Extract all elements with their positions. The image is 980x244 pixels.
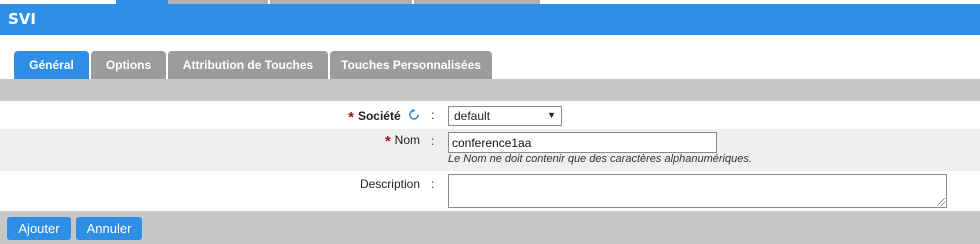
refresh-icon[interactable] xyxy=(408,108,420,122)
description-textarea[interactable] xyxy=(448,174,947,208)
societe-label-group: * Société xyxy=(348,108,420,126)
required-marker: * xyxy=(384,133,391,150)
section-bar xyxy=(0,79,980,101)
nom-input[interactable]: conference1aa xyxy=(448,132,717,153)
action-bar xyxy=(0,211,980,244)
chevron-down-icon: ▼ xyxy=(547,110,556,120)
resize-grip-icon[interactable] xyxy=(937,198,945,206)
societe-select-value: default xyxy=(454,109,491,123)
nom-label-group: * Nom xyxy=(385,133,420,150)
ajouter-button[interactable]: Ajouter xyxy=(7,217,71,240)
nom-label: Nom xyxy=(394,133,420,147)
page-title: SVI xyxy=(8,10,36,28)
description-label: Description xyxy=(359,177,420,191)
nom-hint: Le Nom ne doit contenir que des caractèr… xyxy=(448,153,752,165)
tab-general[interactable]: Général xyxy=(14,51,89,79)
societe-label: Société xyxy=(357,109,401,123)
societe-select[interactable]: default ▼ xyxy=(448,106,562,126)
societe-colon: : xyxy=(431,108,435,122)
annuler-button[interactable]: Annuler xyxy=(76,217,142,240)
description-colon: : xyxy=(431,177,435,191)
required-marker: * xyxy=(348,109,354,126)
nom-colon: : xyxy=(431,134,435,148)
tab-attribution-de-touches[interactable]: Attribution de Touches xyxy=(168,51,328,79)
tab-options[interactable]: Options xyxy=(91,51,166,79)
tab-touches-personnalisees[interactable]: Touches Personnalisées xyxy=(330,51,492,79)
panel-header: SVI xyxy=(0,4,980,35)
